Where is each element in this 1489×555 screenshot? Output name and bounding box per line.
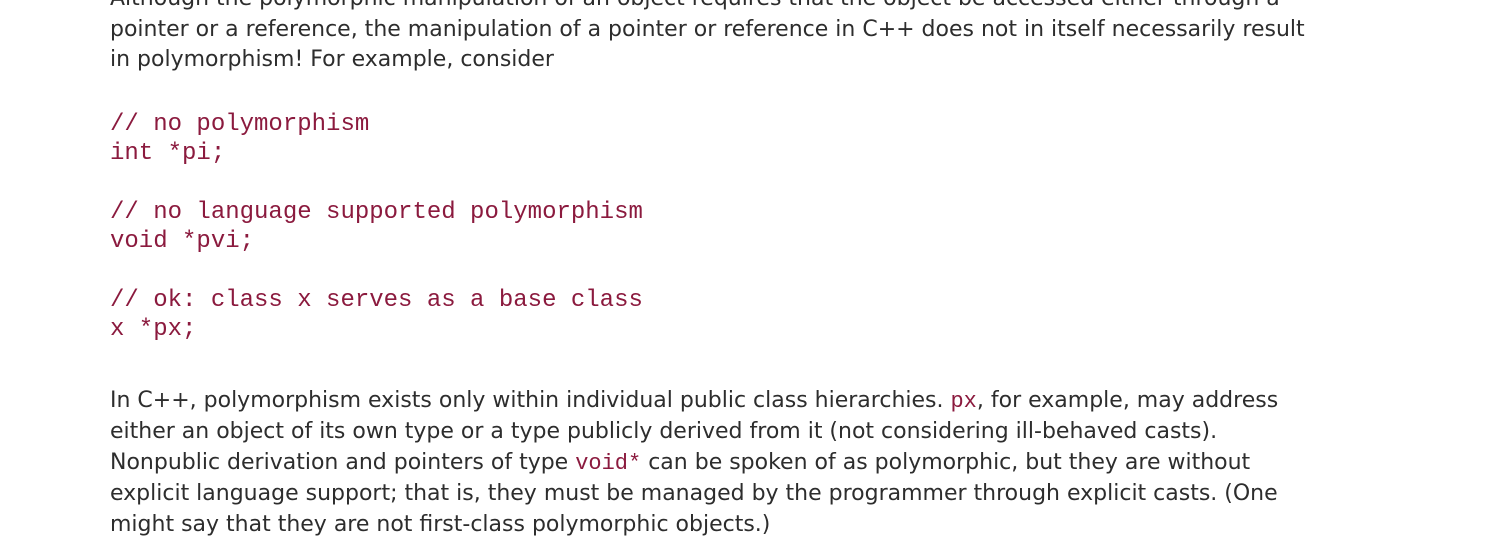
code-block-base-class: // ok: class x serves as a base class x …	[110, 286, 1410, 344]
intro-line-3: in polymorphism! For example, consider	[110, 47, 554, 72]
explanation-line-3-end: can be spoken of as polymorphic, but the…	[641, 449, 1251, 475]
intro-line-1: Although the polymorphic manipulation of…	[110, 0, 1280, 11]
code-comment: // no language supported polymorphism	[110, 198, 643, 226]
code-comment: // ok: class x serves as a base class	[110, 286, 643, 314]
explanation-line-5: might say that they are not first-class …	[110, 511, 771, 537]
explanation-line-3-start: Nonpublic derivation and pointers of typ…	[110, 449, 576, 475]
inline-code-px: px	[950, 388, 977, 414]
code-statement: x *px;	[110, 315, 197, 343]
document-page: Although the polymorphic manipulation of…	[110, 0, 1410, 540]
code-statement: int *pi;	[110, 139, 226, 167]
explanation-paragraph: In C++, polymorphism exists only within …	[110, 386, 1410, 541]
code-block-no-polymorphism: // no polymorphism int *pi;	[110, 110, 1410, 168]
intro-line-2: pointer or a reference, the manipulation…	[110, 16, 1305, 42]
explanation-line-4: explicit language support; that is, they…	[110, 481, 1278, 506]
explanation-line-1-start: In C++, polymorphism exists only within …	[110, 387, 951, 413]
code-block-no-language-support: // no language supported polymorphism vo…	[110, 198, 1410, 256]
code-comment: // no polymorphism	[110, 110, 370, 138]
explanation-line-2: either an object of its own type or a ty…	[110, 419, 1218, 444]
explanation-line-1-end: , for example, may address	[976, 387, 1279, 413]
intro-paragraph: Although the polymorphic manipulation of…	[110, 0, 1410, 76]
inline-code-void-pointer: void*	[575, 450, 642, 476]
code-statement: void *pvi;	[110, 227, 255, 255]
